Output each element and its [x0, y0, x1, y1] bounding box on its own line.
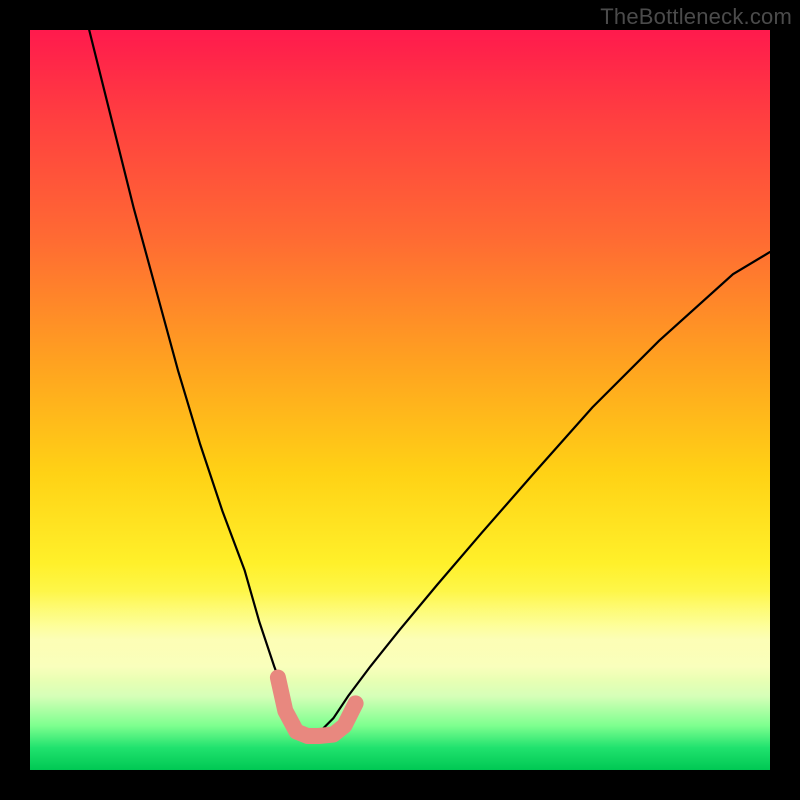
watermark-text: TheBottleneck.com [600, 4, 792, 30]
plot-area [30, 30, 770, 770]
highlight-band [278, 678, 356, 737]
curve-layer [30, 30, 770, 770]
bottleneck-curve [89, 30, 770, 737]
chart-frame: TheBottleneck.com [0, 0, 800, 800]
